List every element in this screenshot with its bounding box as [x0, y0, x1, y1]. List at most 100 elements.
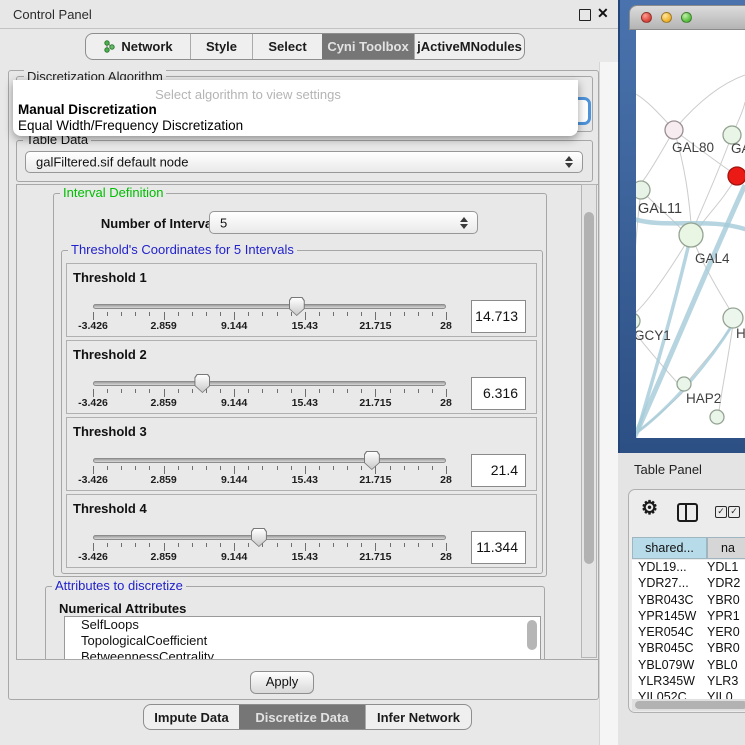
- slider-track[interactable]: [93, 304, 446, 309]
- cell-shared-name[interactable]: YDR27...: [632, 576, 707, 592]
- slider-track[interactable]: [93, 381, 446, 386]
- close-icon[interactable]: ✕: [597, 5, 609, 22]
- list-scrollbar[interactable]: [527, 620, 537, 650]
- table-row[interactable]: YER054CYER0: [632, 625, 745, 641]
- cell-shared-name[interactable]: YBR045C: [632, 641, 707, 657]
- slider-tick: [390, 389, 391, 393]
- slider-tick-label: 2.859: [150, 320, 176, 332]
- network-view-canvas[interactable]: GAL80GAGAL11GAL4GCY1HHAP2: [636, 30, 745, 438]
- slider-tick: [305, 543, 306, 551]
- network-node[interactable]: [636, 181, 650, 199]
- cell-name[interactable]: YPR1: [707, 609, 740, 625]
- slider-tick: [206, 312, 207, 316]
- slider-tick: [333, 543, 334, 547]
- settings-vertical-scrollbar[interactable]: [581, 184, 597, 658]
- table-row[interactable]: YPR145WYPR1: [632, 609, 745, 625]
- tab-style[interactable]: Style: [190, 34, 252, 59]
- cell-name[interactable]: YDL1: [707, 560, 738, 576]
- attribute-list-item[interactable]: SelfLoops: [65, 617, 540, 633]
- cell-name[interactable]: YLR3: [707, 674, 738, 690]
- slider-tick: [135, 543, 136, 547]
- cell-shared-name[interactable]: YLR345W: [632, 674, 707, 690]
- cell-name[interactable]: YDR2: [707, 576, 740, 592]
- cell-name[interactable]: YER0: [707, 625, 740, 641]
- threshold-value-field[interactable]: 11.344: [471, 531, 526, 564]
- slider-thumb[interactable]: [251, 528, 267, 547]
- cell-name[interactable]: YIL0: [707, 690, 733, 699]
- tab-jactivemnodules[interactable]: jActiveMNodules: [414, 34, 524, 59]
- panel-gutter: [599, 62, 619, 745]
- tab-cyni-toolbox[interactable]: Cyni Toolbox: [322, 34, 414, 59]
- slider-tick: [178, 543, 179, 547]
- slider-tick: [305, 389, 306, 397]
- scrollbar-thumb[interactable]: [584, 212, 594, 564]
- table-row[interactable]: YBR045CYBR0: [632, 641, 745, 657]
- threshold-value-field[interactable]: 14.713: [471, 300, 526, 333]
- network-node[interactable]: [728, 167, 745, 185]
- table-row[interactable]: YLR345WYLR3: [632, 674, 745, 690]
- apply-button[interactable]: Apply: [250, 671, 314, 694]
- cell-name[interactable]: YBL0: [707, 658, 738, 674]
- cell-shared-name[interactable]: YPR145W: [632, 609, 707, 625]
- tab-infer-network[interactable]: Infer Network: [365, 705, 471, 729]
- slider-tick: [291, 466, 292, 470]
- number-of-intervals-combo[interactable]: 5: [209, 211, 478, 234]
- tab-network[interactable]: Network: [86, 34, 190, 59]
- threshold-value-field[interactable]: 21.4: [471, 454, 526, 487]
- threshold-value-field[interactable]: 6.316: [471, 377, 526, 410]
- cell-shared-name[interactable]: YBR043C: [632, 593, 707, 609]
- float-window-icon[interactable]: [579, 9, 591, 21]
- tab-impute-data[interactable]: Impute Data: [144, 705, 239, 729]
- gear-icon[interactable]: ⚙: [641, 499, 658, 518]
- slider-tick: [220, 466, 221, 470]
- network-node[interactable]: [636, 313, 640, 329]
- tab-select[interactable]: Select: [252, 34, 322, 59]
- slider-track[interactable]: [93, 535, 446, 540]
- slider-tick: [446, 312, 447, 320]
- scrollbar-thumb[interactable]: [635, 701, 745, 709]
- close-traffic-light[interactable]: [641, 12, 652, 23]
- network-node[interactable]: [723, 308, 743, 328]
- column-header-name[interactable]: na: [707, 537, 745, 559]
- network-window-titlebar[interactable]: [629, 5, 745, 30]
- slider-tick: [390, 312, 391, 316]
- slider-thumb[interactable]: [364, 451, 380, 470]
- slider-tick-label: -3.426: [78, 397, 108, 409]
- slider-tick-label: 15.43: [292, 474, 318, 486]
- table-row[interactable]: YDL19...YDL1: [632, 560, 745, 576]
- slider-thumb[interactable]: [194, 374, 210, 393]
- cell-shared-name[interactable]: YIL052C: [632, 690, 707, 699]
- cell-name[interactable]: YBR0: [707, 593, 740, 609]
- popup-item-equal-width-frequency[interactable]: Equal Width/Frequency Discretization: [18, 118, 243, 133]
- zoom-traffic-light[interactable]: [681, 12, 692, 23]
- tab-discretize-data[interactable]: Discretize Data: [239, 705, 365, 729]
- cell-shared-name[interactable]: YBL079W: [632, 658, 707, 674]
- table-data-combo[interactable]: galFiltered.sif default node: [25, 151, 583, 173]
- table-horizontal-scrollbar[interactable]: [632, 699, 745, 711]
- network-node[interactable]: [710, 410, 724, 424]
- table-row[interactable]: YBR043CYBR0: [632, 593, 745, 609]
- column-header-shared[interactable]: shared...: [632, 537, 707, 559]
- network-node[interactable]: [677, 377, 691, 391]
- table-row[interactable]: YIL052CYIL0: [632, 690, 745, 699]
- numerical-attributes-list[interactable]: SelfLoopsTopologicalCoefficientBetweenne…: [64, 616, 541, 660]
- network-edge[interactable]: [674, 75, 745, 130]
- checkbox-icon[interactable]: ✓: [715, 506, 727, 518]
- network-node[interactable]: [679, 223, 703, 247]
- attribute-list-item[interactable]: BetweennessCentrality: [65, 649, 540, 660]
- popup-item-manual-discretization[interactable]: Manual Discretization: [18, 102, 157, 117]
- checkbox-icon[interactable]: ✓: [728, 506, 740, 518]
- network-node[interactable]: [665, 121, 683, 139]
- minimize-traffic-light[interactable]: [661, 12, 672, 23]
- table-row[interactable]: YDR27...YDR2: [632, 576, 745, 592]
- control-panel-tabs: NetworkStyle Select Cyni ToolboxjActiveMNo…: [85, 33, 525, 60]
- cell-shared-name[interactable]: YER054C: [632, 625, 707, 641]
- attribute-list-item[interactable]: TopologicalCoefficient: [65, 633, 540, 649]
- split-column-icon[interactable]: [677, 503, 698, 522]
- slider-tick: [277, 466, 278, 470]
- tab-label: Select: [268, 39, 306, 54]
- cell-shared-name[interactable]: YDL19...: [632, 560, 707, 576]
- table-row[interactable]: YBL079WYBL0: [632, 658, 745, 674]
- cell-name[interactable]: YBR0: [707, 641, 740, 657]
- slider-track[interactable]: [93, 458, 446, 463]
